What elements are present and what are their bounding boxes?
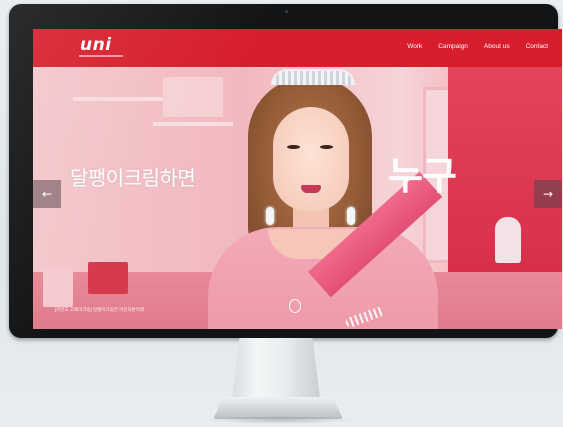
nav-item-about-us[interactable]: About us (484, 43, 510, 51)
site-navbar: uni Work Campaign About us Contact (33, 29, 562, 67)
nav-item-work[interactable]: Work (407, 43, 422, 51)
main-nav: Work Campaign About us Contact (391, 43, 548, 51)
cabinet (163, 77, 223, 117)
monitor-bezel: uni Work Campaign About us Contact 달팽이크림… (9, 4, 562, 338)
gift-box (88, 262, 128, 294)
arrow-right-icon: → (542, 187, 554, 201)
gift-box (43, 267, 73, 307)
shelf (153, 122, 233, 126)
slider-prev-button[interactable]: ← (33, 180, 61, 208)
slider-next-button[interactable]: → (534, 180, 562, 208)
monitor-stand-neck (231, 338, 321, 400)
browser-screen: uni Work Campaign About us Contact 달팽이크림… (33, 29, 562, 329)
earring (266, 207, 274, 225)
eye (320, 145, 333, 149)
arrow-left-icon: ← (41, 187, 53, 201)
tiara (271, 69, 355, 85)
stand-shadow (205, 416, 355, 424)
shelf (73, 97, 163, 101)
earring (347, 207, 355, 225)
hero-slide: 달팽이크림하면 누구 [미인도 고제이크림] 달팽이크림은 미인의판이래 ← → (33, 67, 562, 329)
brooch (289, 299, 301, 313)
nav-item-campaign[interactable]: Campaign (438, 43, 468, 51)
nav-item-contact[interactable]: Contact (526, 43, 548, 51)
statue-bust (495, 217, 521, 263)
mouth (301, 185, 321, 193)
hero-caption: [미인도 고제이크림] 달팽이크림은 미인의판이래 (55, 307, 145, 312)
person-face (273, 107, 349, 211)
webcam-dot (285, 10, 288, 13)
hero-headline-right: 누구 (388, 154, 457, 198)
hero-headline-left: 달팽이크림하면 (70, 166, 196, 190)
logo-tagline-line (79, 55, 123, 57)
site-logo[interactable]: uni (80, 37, 112, 54)
eye (287, 145, 300, 149)
